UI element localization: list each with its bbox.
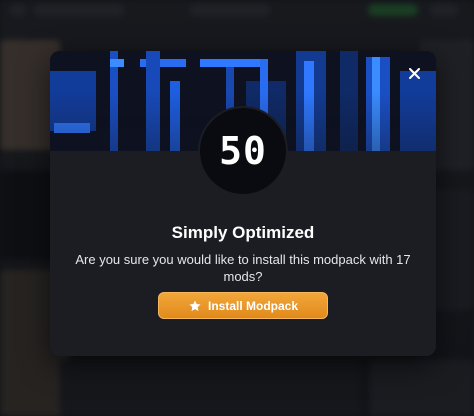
install-button-label: Install Modpack <box>207 298 299 313</box>
modpack-title: Simply Optimized <box>171 223 315 242</box>
logo-text: 50 <box>219 129 267 173</box>
close-button[interactable] <box>404 63 424 83</box>
star-icon <box>189 299 201 311</box>
install-modpack-button[interactable]: Install Modpack <box>158 292 328 319</box>
install-modpack-dialog: 50 Simply Optimized Are you sure you wou… <box>50 51 436 356</box>
modpack-logo: 50 <box>200 108 286 194</box>
confirm-message: Are you sure you would like to install t… <box>75 252 411 284</box>
close-icon <box>408 67 420 79</box>
